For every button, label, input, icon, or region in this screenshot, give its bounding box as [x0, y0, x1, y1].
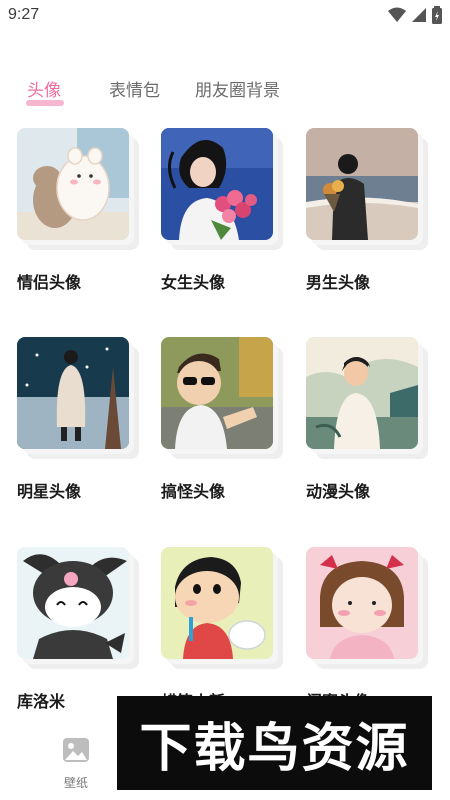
category-card-star[interactable]: 明星头像 — [17, 337, 147, 501]
tab-moments-background[interactable]: 朋友圈背景 — [195, 76, 280, 101]
watermark-text: 下载鸟资源 — [139, 718, 410, 779]
nav-wallpaper-label: 壁纸 — [63, 776, 88, 790]
category-label: 动漫头像 — [306, 482, 371, 501]
star-in-snow-image — [17, 337, 129, 449]
crayon-shinchan-image — [161, 547, 273, 659]
category-card-kuromi[interactable]: 库洛米 — [17, 547, 147, 711]
tab-avatar[interactable]: 头像 — [27, 76, 61, 101]
status-time: 9:27 — [8, 6, 40, 23]
anime-boy-image — [306, 337, 418, 449]
wifi-icon — [388, 7, 406, 22]
image-icon — [63, 738, 89, 762]
category-card-girl[interactable]: 女生头像 — [161, 128, 291, 292]
boy-at-beach-image — [306, 128, 418, 240]
category-card-anime[interactable]: 动漫头像 — [306, 337, 436, 501]
battery-icon — [432, 6, 442, 24]
nav-wallpaper[interactable]: 壁纸 — [54, 736, 98, 791]
category-label: 搞怪头像 — [161, 482, 226, 501]
category-card-funny[interactable]: 搞怪头像 — [161, 337, 291, 501]
status-bar: 9:27 — [0, 0, 450, 32]
category-label: 库洛米 — [17, 692, 66, 711]
signal-icon — [412, 8, 426, 22]
category-tabs: 头像 表情包 朋友圈背景 — [0, 72, 450, 112]
tab-stickers[interactable]: 表情包 — [109, 76, 160, 101]
category-label: 男生头像 — [306, 273, 371, 292]
girl-with-roses-image — [161, 128, 273, 240]
category-label: 情侣头像 — [17, 273, 82, 292]
watermark-banner: 下载鸟资源 — [117, 696, 432, 790]
category-label: 女生头像 — [161, 273, 226, 292]
status-icons — [388, 6, 442, 24]
couple-bears-image — [17, 128, 129, 240]
category-card-boy[interactable]: 男生头像 — [306, 128, 436, 292]
kid-with-sunglasses-image — [161, 337, 273, 449]
category-card-shinchan[interactable]: 蜡笔小新 — [161, 547, 291, 711]
kuromi-image — [17, 547, 129, 659]
bestie-girl-image — [306, 547, 418, 659]
category-card-couple[interactable]: 情侣头像 — [17, 128, 147, 292]
category-card-bestie[interactable]: 闺蜜头像 — [306, 547, 436, 711]
category-label: 明星头像 — [17, 482, 82, 501]
